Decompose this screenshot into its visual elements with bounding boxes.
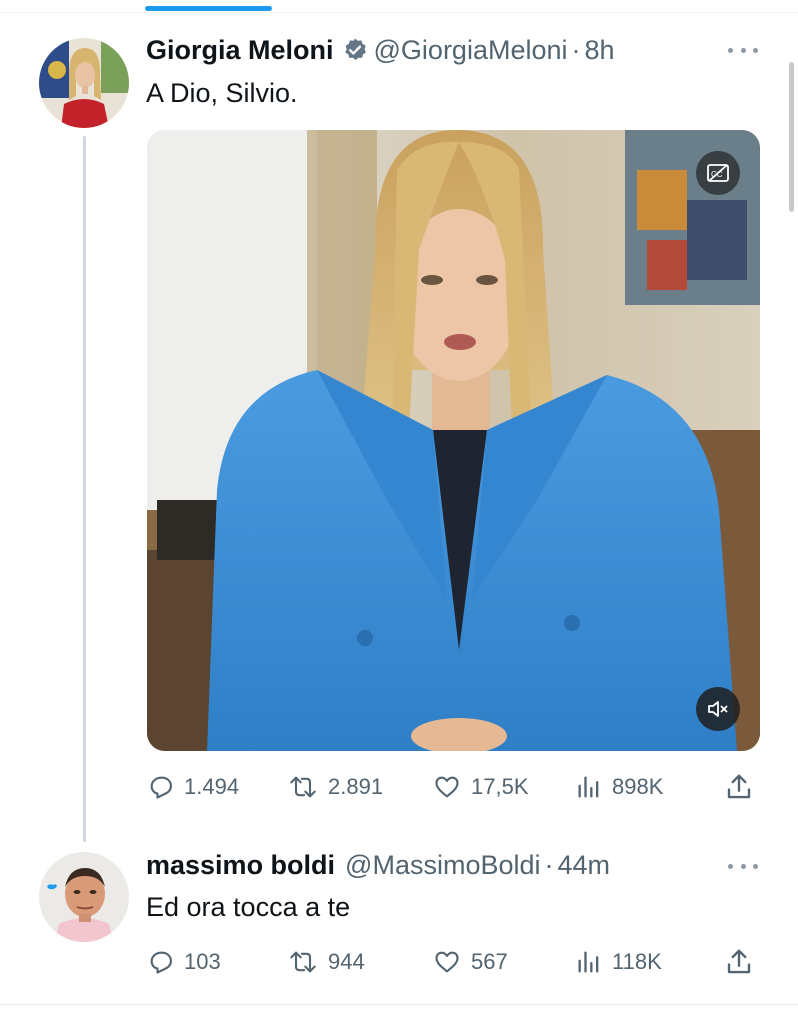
reply-icon [150,951,172,974]
like-button[interactable]: 17,5K [431,767,529,807]
view-count: 118K [612,949,662,974]
retweet-button[interactable]: 944 [286,942,365,982]
avatar-giorgia-meloni[interactable] [39,38,129,128]
active-tab-indicator [145,6,272,11]
heart-icon [435,776,459,798]
like-count: 17,5K [471,774,529,799]
closed-captions-off-icon[interactable]: CC [696,151,740,195]
share-button[interactable] [724,767,762,807]
retweet-icon [290,951,316,973]
like-count: 567 [471,949,508,974]
retweet-button[interactable]: 2.891 [286,767,383,807]
handle[interactable]: @MassimoBoldi [345,850,540,881]
views-chart-icon [578,776,599,798]
timestamp[interactable]: 44m [558,850,611,881]
display-name[interactable]: massimo boldi [146,850,335,881]
like-button[interactable]: 567 [431,942,508,982]
verified-badge-icon [342,37,368,63]
scrollbar[interactable] [789,62,794,212]
separator-dot: · [571,34,581,65]
heart-icon [435,951,459,973]
reply-icon [150,776,172,799]
views-button[interactable]: 118K [574,942,662,982]
separator-dot: · [544,849,554,880]
tweet-header: Giorgia Meloni @GiorgiaMeloni · 8h [146,30,615,70]
reply-button[interactable]: 1.494 [146,767,239,807]
share-icon [727,774,751,799]
retweet-icon [290,776,316,798]
tweet-text: Ed ora tocca a te [146,892,351,922]
tweet-video[interactable]: CC [147,130,760,751]
tweet-text: A Dio, Silvio. [146,78,298,108]
tweet-actions: 1.494 2.891 17,5K 898K [146,767,766,807]
more-options-icon[interactable] [728,856,758,876]
retweet-count: 2.891 [328,774,384,799]
retweet-count: 944 [328,949,365,974]
reply-button[interactable]: 103 [146,942,221,982]
tweet-header: massimo boldi @MassimoBoldi · 44m [146,845,610,885]
thread-connector-line [83,136,86,842]
views-chart-icon [578,951,599,973]
view-count: 898K [612,774,664,799]
share-icon [727,949,751,974]
avatar-massimo-boldi[interactable] [39,852,129,942]
reply-count: 103 [184,949,221,974]
reply-count: 1.494 [184,774,240,799]
share-button[interactable] [724,942,762,982]
tweet-actions: 103 944 567 118K [146,942,766,982]
bottom-divider [0,1004,798,1005]
more-options-icon[interactable] [728,40,758,60]
handle[interactable]: @GiorgiaMeloni [374,35,568,66]
display-name[interactable]: Giorgia Meloni [146,35,334,66]
timestamp[interactable]: 8h [585,35,615,66]
views-button[interactable]: 898K [574,767,663,807]
top-divider [0,12,798,13]
volume-muted-icon[interactable] [696,687,740,731]
